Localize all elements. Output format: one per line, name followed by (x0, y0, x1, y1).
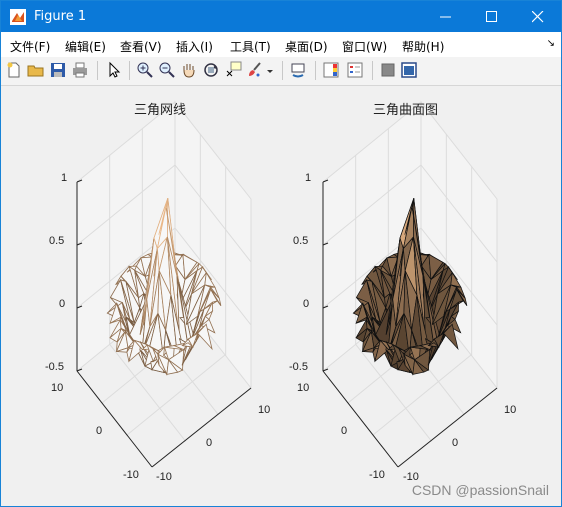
save-icon[interactable] (49, 61, 67, 79)
surface-axes[interactable] (322, 100, 498, 468)
menu-file[interactable]: 文件(F) (10, 38, 50, 55)
pan-hand-icon[interactable] (180, 61, 198, 79)
print-icon[interactable] (71, 61, 89, 79)
z-tick-label: 0.5 (49, 235, 65, 247)
menu-insert[interactable]: 插入(I) (176, 38, 213, 55)
maximize-icon (486, 11, 497, 22)
edit-plot-arrow-icon[interactable] (105, 61, 123, 79)
toolbar-separator (372, 61, 373, 80)
open-file-icon[interactable] (27, 61, 45, 79)
x-tick-label: 10 (258, 404, 271, 416)
hide-plot-tools-icon[interactable] (379, 61, 397, 79)
toolbar-separator (282, 61, 283, 80)
z-tick-label: -0.5 (289, 361, 308, 373)
x-axis-line (151, 387, 252, 468)
x-axis-line (397, 387, 498, 468)
x-tick-label: 0 (452, 437, 459, 449)
zoom-out-icon[interactable] (158, 61, 176, 79)
menu-bar: 文件(F) 编辑(E) 查看(V) 插入(I) 工具(T) 桌面(D) 窗口(W… (1, 32, 561, 57)
figure-canvas[interactable]: 三角网线 三角曲面图 1 0.5 0 -0.5 10 0 -10 10 0 -1… (1, 86, 561, 506)
toolbar-separator (97, 61, 98, 80)
plots-svg (76, 100, 498, 468)
y-tick-label: 0 (341, 425, 348, 437)
maximize-button[interactable] (469, 1, 515, 32)
x-tick-label: 0 (206, 437, 213, 449)
z-tick-label: 1 (61, 172, 68, 184)
y-tick-label: 10 (51, 382, 64, 394)
menu-desktop[interactable]: 桌面(D) (285, 38, 328, 55)
mesh-axes[interactable] (76, 100, 252, 468)
z-tick-label: 1 (305, 172, 312, 184)
toolbar-separator (129, 61, 130, 80)
y-tick-label: -10 (369, 469, 385, 481)
figure-toolbar (1, 57, 561, 86)
y-axis-line (322, 370, 399, 468)
show-plot-tools-icon[interactable] (400, 61, 418, 79)
menu-edit[interactable]: 编辑(E) (65, 38, 106, 55)
y-axis-line (76, 370, 153, 468)
toolbar-separator (315, 61, 316, 80)
figure-window: Figure 1 文件(F) 编辑(E) 查看(V) 插入(I) 工具(T) 桌… (0, 0, 562, 507)
menu-help[interactable]: 帮助(H) (402, 38, 444, 55)
minimize-icon (440, 16, 451, 18)
z-tick-label: 0 (59, 298, 66, 310)
watermark: CSDN @passionSnail (411, 482, 549, 498)
window-title: Figure 1 (34, 9, 87, 24)
z-tick-label: 0 (303, 298, 310, 310)
close-icon (532, 11, 544, 23)
close-button[interactable] (515, 1, 561, 32)
brush-icon[interactable] (246, 61, 264, 79)
x-tick-label: 10 (504, 404, 517, 416)
data-cursor-icon[interactable] (224, 61, 242, 79)
plot-title-mesh: 三角网线 (134, 103, 187, 118)
matlab-figure-icon (10, 9, 26, 25)
z-tick-label: -0.5 (45, 361, 64, 373)
zoom-in-icon[interactable] (136, 61, 154, 79)
new-figure-icon[interactable] (5, 61, 23, 79)
colorbar-icon[interactable] (322, 61, 340, 79)
legend-icon[interactable] (346, 61, 364, 79)
menu-dock-arrow-icon[interactable]: ↘ (547, 38, 555, 49)
link-plot-icon[interactable] (289, 61, 307, 79)
menu-tools[interactable]: 工具(T) (230, 38, 271, 55)
z-tick-label: 0.5 (293, 235, 309, 247)
y-tick-label: -10 (123, 469, 139, 481)
minimize-button[interactable] (423, 1, 469, 32)
x-tick-label: -10 (156, 471, 172, 483)
title-bar[interactable]: Figure 1 (1, 1, 561, 32)
rotate-3d-icon[interactable] (202, 61, 220, 79)
menu-view[interactable]: 查看(V) (120, 38, 162, 55)
y-tick-label: 10 (297, 382, 310, 394)
y-tick-label: 0 (96, 425, 103, 437)
brush-dropdown-icon[interactable] (265, 61, 275, 79)
menu-window[interactable]: 窗口(W) (342, 38, 387, 55)
plot-title-surface: 三角曲面图 (373, 103, 439, 118)
